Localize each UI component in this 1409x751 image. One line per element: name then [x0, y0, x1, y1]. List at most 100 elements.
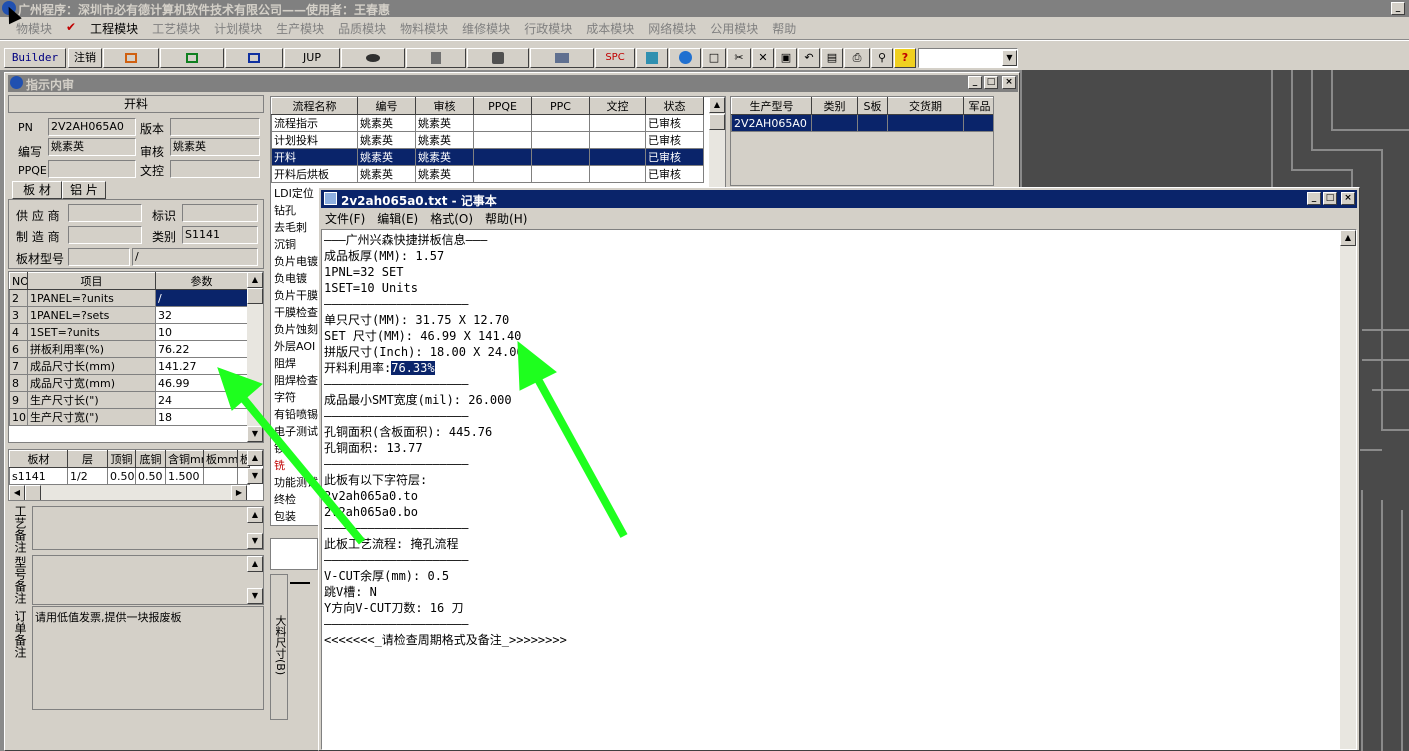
- delete-icon[interactable]: ✕: [752, 48, 774, 68]
- flow-header[interactable]: 文控: [589, 97, 646, 115]
- database-icon[interactable]: [406, 48, 466, 68]
- window-close-button[interactable]: ×: [1002, 76, 1016, 89]
- product-header[interactable]: 类别: [811, 97, 858, 115]
- menu-item[interactable]: 维修模块: [462, 20, 510, 37]
- new-icon[interactable]: □: [702, 48, 726, 68]
- excel-button[interactable]: [160, 48, 224, 68]
- preview-icon[interactable]: ▤: [821, 48, 843, 68]
- menu-item[interactable]: 物模块: [16, 20, 52, 37]
- flow-row[interactable]: 计划投料 姚素英 姚素英 已审核: [271, 131, 704, 149]
- supplier-field[interactable]: [68, 204, 142, 222]
- calc-icon[interactable]: [636, 48, 668, 68]
- eye-icon[interactable]: [341, 48, 405, 68]
- param-header[interactable]: 参数: [155, 272, 248, 290]
- notepad-menu-item[interactable]: 格式(O): [430, 210, 473, 227]
- window-maximize-button[interactable]: □: [984, 76, 998, 89]
- param-header[interactable]: 项目: [27, 272, 156, 290]
- table-row[interactable]: 10 生产尺寸宽(") 18: [9, 408, 248, 426]
- menu-item[interactable]: 工程模块: [90, 20, 138, 37]
- flow-row[interactable]: 流程指示 姚素英 姚素英 已审核: [271, 114, 704, 132]
- flow-list-item[interactable]: 铣: [271, 457, 321, 474]
- flow-list-item[interactable]: 终检: [271, 491, 321, 508]
- flow-row[interactable]: 开料 姚素英 姚素英 已审核: [271, 148, 704, 166]
- notepad-menu-item[interactable]: 帮助(H): [485, 210, 527, 227]
- menu-item[interactable]: 物料模块: [400, 20, 448, 37]
- flow-list-item[interactable]: 包装: [271, 508, 321, 525]
- table-row[interactable]: 2 1PANEL=?units /: [9, 289, 248, 307]
- board-hscroll[interactable]: ◀ ▶: [9, 485, 247, 500]
- menu-item[interactable]: 成本模块: [586, 20, 634, 37]
- flow-list-item[interactable]: 锣: [271, 440, 321, 457]
- jup-button[interactable]: JUP: [284, 48, 340, 68]
- help-icon[interactable]: ?: [894, 48, 916, 68]
- mark-field[interactable]: [182, 204, 258, 222]
- board-header[interactable]: 板mm: [203, 450, 238, 468]
- product-header[interactable]: 交货期: [887, 97, 964, 115]
- flow-header[interactable]: 状态: [645, 97, 704, 115]
- param-header[interactable]: NO: [9, 272, 28, 290]
- size-input[interactable]: [270, 538, 318, 570]
- menu-item[interactable]: 计划模块: [214, 20, 262, 37]
- order-notes-field[interactable]: 请用低值发票,提供一块报废板: [32, 606, 264, 710]
- tools-icon[interactable]: [467, 48, 529, 68]
- flow-list-item[interactable]: 负片电镀: [271, 253, 321, 270]
- process-notes-field[interactable]: ▲ ▼: [32, 506, 264, 550]
- undo-icon[interactable]: ↶: [798, 48, 820, 68]
- menu-item[interactable]: 品质模块: [338, 20, 386, 37]
- print-icon[interactable]: ⎙: [844, 48, 870, 68]
- board-model-extra[interactable]: /: [132, 248, 258, 266]
- logout-button[interactable]: 注销: [68, 48, 102, 68]
- cut-icon[interactable]: ✂: [727, 48, 751, 68]
- board-header[interactable]: 底铜: [135, 450, 166, 468]
- menu-item[interactable]: 行政模块: [524, 20, 572, 37]
- find-icon[interactable]: ⚲: [871, 48, 893, 68]
- flow-header[interactable]: 流程名称: [271, 97, 358, 115]
- flow-list-item[interactable]: 负片干膜: [271, 287, 321, 304]
- flow-list-item[interactable]: 阻焊: [271, 355, 321, 372]
- flow-list-item[interactable]: 沉铜: [271, 236, 321, 253]
- version-field[interactable]: [170, 118, 260, 136]
- doc-control-field[interactable]: [170, 160, 260, 178]
- board-header[interactable]: 含铜mm: [165, 450, 204, 468]
- menu-item[interactable]: 帮助: [772, 20, 796, 37]
- spc-button[interactable]: SPC: [595, 48, 635, 68]
- flow-list-item[interactable]: 阻焊检查: [271, 372, 321, 389]
- flow-header[interactable]: 审核: [415, 97, 474, 115]
- minimize-button[interactable]: _: [1391, 2, 1405, 15]
- flow-row[interactable]: 开料后烘板 姚素英 姚素英 已审核: [271, 165, 704, 183]
- board-model-field[interactable]: [68, 248, 130, 266]
- product-header[interactable]: 生产型号: [731, 97, 812, 115]
- model-notes-field[interactable]: ▲ ▼: [32, 555, 264, 605]
- flow-list-item[interactable]: 功能测试: [271, 474, 321, 491]
- globe-icon[interactable]: [669, 48, 701, 68]
- flow-list-item[interactable]: 负片蚀刻: [271, 321, 321, 338]
- flow-list-item[interactable]: 负电镀: [271, 270, 321, 287]
- menu-item[interactable]: 生产模块: [276, 20, 324, 37]
- category-field[interactable]: S1141: [182, 226, 258, 244]
- flow-list-item[interactable]: 干膜检查: [271, 304, 321, 321]
- notepad-menu-item[interactable]: 文件(F): [325, 210, 365, 227]
- tab-board[interactable]: 板 材: [12, 181, 62, 199]
- maker-field[interactable]: [68, 226, 142, 244]
- product-header[interactable]: S板: [857, 97, 888, 115]
- table-row[interactable]: 7 成品尺寸长(mm) 141.27: [9, 357, 248, 375]
- table-row[interactable]: 9 生产尺寸长(") 24: [9, 391, 248, 409]
- table-row[interactable]: 4 1SET=?units 10: [9, 323, 248, 341]
- ppt-button[interactable]: [103, 48, 159, 68]
- computer-icon[interactable]: [530, 48, 594, 68]
- writer-field[interactable]: 姚素英: [48, 138, 136, 156]
- flow-list-item[interactable]: 去毛刺: [271, 219, 321, 236]
- tab-aluminum[interactable]: 铝 片: [62, 181, 106, 199]
- param-scrollbar[interactable]: ▲ ▼: [247, 272, 263, 442]
- menu-item[interactable]: 工艺模块: [152, 20, 200, 37]
- flow-list-item[interactable]: 有铅喷锡: [271, 406, 321, 423]
- flow-scrollbar[interactable]: ▲: [709, 97, 725, 187]
- flow-list-item[interactable]: 外层AOI: [271, 338, 321, 355]
- notepad-scrollbar[interactable]: ▲: [1340, 230, 1356, 749]
- ppqe-field[interactable]: [48, 160, 136, 178]
- board-header[interactable]: 板材: [9, 450, 68, 468]
- flow-header[interactable]: PPQE: [473, 97, 532, 115]
- save-icon[interactable]: ▣: [775, 48, 797, 68]
- notepad-text-area[interactable]: ———广州兴森快捷拼板信息——— 成品板厚(MM): 1.57 1PNL=32 SE…: [321, 229, 1357, 750]
- window-minimize-button[interactable]: _: [968, 76, 982, 89]
